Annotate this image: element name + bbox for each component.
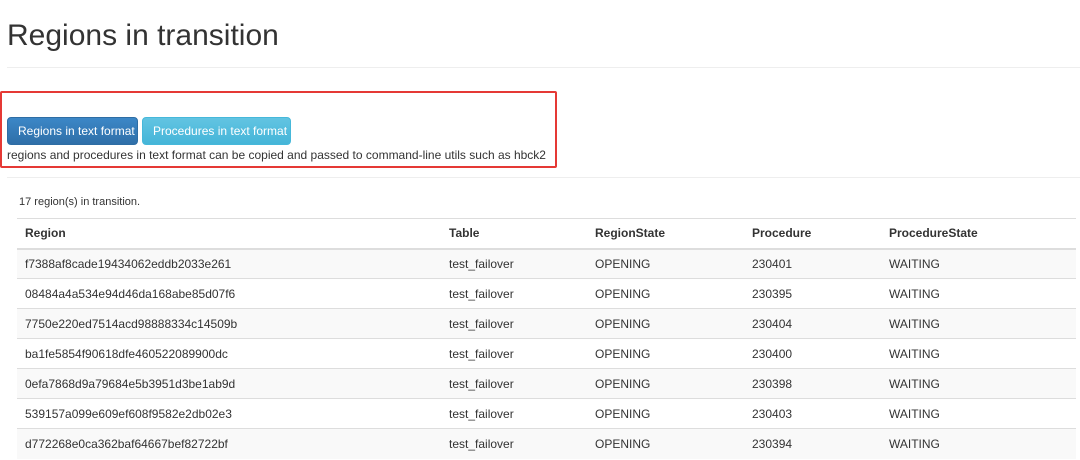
regions-count: 17 region(s) in transition. xyxy=(19,196,141,208)
cell-region-state: OPENING xyxy=(587,368,744,399)
table-row: 7750e220ed7514acd98888334c14509b test_fa… xyxy=(17,308,1076,339)
cell-procedure-state: WAITING xyxy=(881,278,1076,309)
header-region-state: RegionState xyxy=(587,218,744,250)
table-header-row: Region Table RegionState Procedure Proce… xyxy=(17,218,1076,250)
regions-text-format-button[interactable]: Regions in text format xyxy=(7,117,138,145)
cell-region: 0efa7868d9a79684e5b3951d3be1ab9d xyxy=(17,368,441,399)
cell-table: test_failover xyxy=(441,338,587,369)
cell-procedure: 230401 xyxy=(744,248,881,279)
procedures-text-format-button[interactable]: Procedures in text format xyxy=(142,117,291,145)
cell-procedure-state: WAITING xyxy=(881,368,1076,399)
cell-region: d772268e0ca362baf64667bef82722bf xyxy=(17,428,441,459)
cell-procedure: 230400 xyxy=(744,338,881,369)
regions-table: Region Table RegionState Procedure Proce… xyxy=(17,218,1076,459)
cell-region-state: OPENING xyxy=(587,278,744,309)
table-row: f7388af8cade19434062eddb2033e261 test_fa… xyxy=(17,248,1076,279)
cell-procedure: 230398 xyxy=(744,368,881,399)
page-title: Regions in transition xyxy=(7,19,279,52)
cell-region-state: OPENING xyxy=(587,338,744,369)
section-divider xyxy=(7,177,1080,178)
cell-region: 08484a4a534e94d46da168abe85d07f6 xyxy=(17,278,441,309)
cell-region-state: OPENING xyxy=(587,398,744,429)
cell-table: test_failover xyxy=(441,308,587,339)
cell-procedure-state: WAITING xyxy=(881,398,1076,429)
cell-region: 7750e220ed7514acd98888334c14509b xyxy=(17,308,441,339)
title-divider xyxy=(7,67,1080,68)
cell-table: test_failover xyxy=(441,368,587,399)
cell-table: test_failover xyxy=(441,248,587,279)
cell-region-state: OPENING xyxy=(587,308,744,339)
cell-region: 539157a099e609ef608f9582e2db02e3 xyxy=(17,398,441,429)
header-region: Region xyxy=(17,218,441,250)
cell-table: test_failover xyxy=(441,428,587,459)
cell-procedure: 230395 xyxy=(744,278,881,309)
cell-region: f7388af8cade19434062eddb2033e261 xyxy=(17,248,441,279)
cell-procedure: 230404 xyxy=(744,308,881,339)
cell-procedure: 230394 xyxy=(744,428,881,459)
table-row: 08484a4a534e94d46da168abe85d07f6 test_fa… xyxy=(17,278,1076,309)
table-row: 0efa7868d9a79684e5b3951d3be1ab9d test_fa… xyxy=(17,368,1076,399)
cell-procedure-state: WAITING xyxy=(881,308,1076,339)
cell-procedure-state: WAITING xyxy=(881,248,1076,279)
cell-region-state: OPENING xyxy=(587,428,744,459)
text-format-note: regions and procedures in text format ca… xyxy=(7,148,546,162)
page: Regions in transition Regions in text fo… xyxy=(0,0,1080,460)
cell-procedure: 230403 xyxy=(744,398,881,429)
cell-procedure-state: WAITING xyxy=(881,338,1076,369)
cell-table: test_failover xyxy=(441,398,587,429)
cell-procedure-state: WAITING xyxy=(881,428,1076,459)
table-row: 539157a099e609ef608f9582e2db02e3 test_fa… xyxy=(17,398,1076,429)
header-table: Table xyxy=(441,218,587,250)
cell-region: ba1fe5854f90618dfe460522089900dc xyxy=(17,338,441,369)
header-procedure-state: ProcedureState xyxy=(881,218,1076,250)
header-procedure: Procedure xyxy=(744,218,881,250)
cell-table: test_failover xyxy=(441,278,587,309)
cell-region-state: OPENING xyxy=(587,248,744,279)
table-row: d772268e0ca362baf64667bef82722bf test_fa… xyxy=(17,428,1076,459)
table-row: ba1fe5854f90618dfe460522089900dc test_fa… xyxy=(17,338,1076,369)
